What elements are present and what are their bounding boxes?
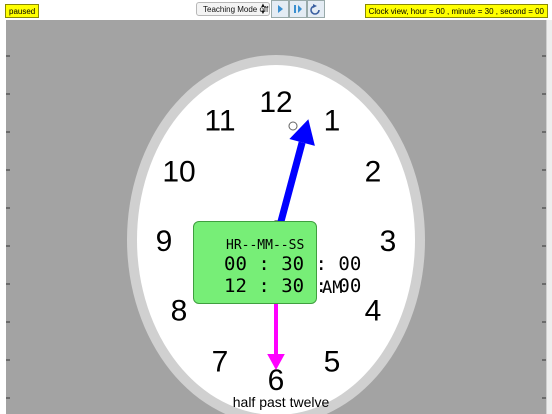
clock-numeral-3: 3 [380,225,397,258]
step-icon [294,5,302,13]
run-status-badge: paused [5,4,40,18]
teaching-mode-select[interactable]: Teaching Mode off ▲ ▼ [196,2,270,16]
clock-stage: 12 1 2 3 4 5 6 7 8 9 10 11 HR--MM--SS 00 : 30 : 00 … [6,20,546,414]
teaching-mode-value: Teaching Mode off [203,5,269,14]
clock-numeral-8: 8 [171,295,188,328]
clock-numeral-10: 10 [162,156,195,189]
clock-numeral-1: 1 [324,105,341,138]
clock-numeral-9: 9 [156,225,173,258]
reset-icon [310,4,320,15]
step-button[interactable] [289,0,307,18]
digital-display: HR--MM--SS 00 : 30 : 00 12 : 30 : 00 AM [193,221,361,304]
digital-time-24h: 00 : 30 : 00 [224,253,362,275]
digital-ampm: AM [322,278,343,298]
clock-numeral-2: 2 [365,156,382,189]
reset-button[interactable] [307,0,325,18]
time-in-words: half past twelve [232,394,330,410]
scrollbar[interactable] [546,20,552,414]
select-arrows-icon: ▲ ▼ [260,3,266,16]
play-button[interactable] [271,0,289,18]
analog-clock[interactable]: 121234567891011 [6,20,546,414]
play-icon [278,5,283,13]
clock-numeral-5: 5 [324,345,341,378]
clock-numeral-4: 4 [365,295,382,328]
clock-numeral-12: 12 [259,86,292,119]
digital-header: HR--MM--SS [226,238,305,253]
clock-numeral-11: 11 [204,105,235,138]
clock-view-readout: Clock view, hour = 00 , minute = 30 , se… [364,4,548,18]
clock-numeral-7: 7 [212,345,229,378]
